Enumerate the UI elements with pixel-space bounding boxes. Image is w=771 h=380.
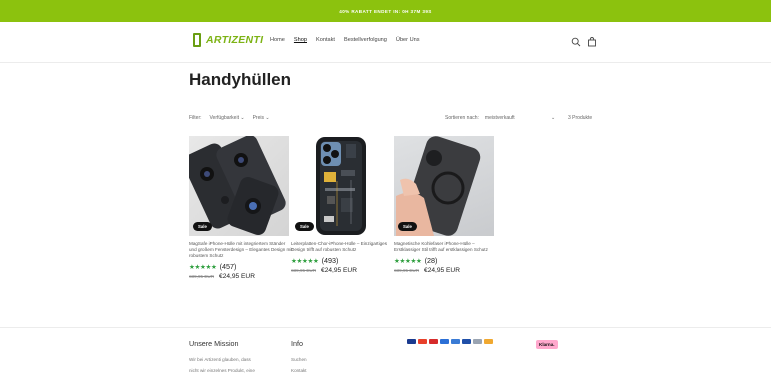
product-title[interactable]: Leiterplatten-Chor-iPhone-Hülle – Einzig… bbox=[291, 241, 395, 253]
mastercard-icon bbox=[418, 339, 427, 344]
footer-link-kontakt[interactable]: Kontakt bbox=[291, 365, 307, 376]
product-card[interactable]: Sale MagSafe iPhone-Hülle mit integriert… bbox=[189, 136, 293, 280]
nav-item-bestellverfolgung[interactable]: Bestellverfolgung bbox=[344, 37, 387, 43]
product-price: €39,95 EUR €24,95 EUR bbox=[189, 273, 289, 280]
star-rating-icon: ★★★★★ bbox=[189, 263, 217, 271]
sale-price: €24,95 EUR bbox=[321, 267, 357, 274]
sale-badge: Sale bbox=[295, 222, 314, 231]
chevron-down-icon: ⌄ bbox=[240, 115, 245, 121]
nav-item-ueber-uns[interactable]: Über Uns bbox=[396, 37, 420, 43]
sale-price: €24,95 EUR bbox=[424, 267, 460, 274]
chevron-down-icon[interactable]: ⌄ bbox=[551, 115, 555, 121]
product-rating: ★★★★★ (493) bbox=[291, 256, 391, 265]
amex-icon bbox=[440, 339, 449, 344]
site-header: ARTIZENTI Home Shop Kontakt Bestellverfo… bbox=[0, 22, 771, 62]
old-price: €39,95 EUR bbox=[394, 268, 420, 273]
rating-count: (457) bbox=[219, 262, 237, 271]
rating-count: (28) bbox=[424, 256, 438, 265]
footer-info-title: Info bbox=[291, 339, 303, 348]
old-price: €39,95 EUR bbox=[189, 274, 215, 279]
product-rating: ★★★★★ (28) bbox=[394, 256, 494, 265]
footer-mission-line: nicht wir einzelnes Produkt, eine bbox=[189, 368, 255, 373]
star-rating-icon: ★★★★★ bbox=[394, 257, 422, 265]
search-icon[interactable] bbox=[571, 37, 581, 47]
sort-label: Sortieren nach: bbox=[445, 115, 479, 121]
sale-price: €24,95 EUR bbox=[219, 273, 255, 280]
sort-select[interactable]: meistverkauft bbox=[485, 115, 515, 121]
product-title[interactable]: Magnetische Kohlefaser iPhone-Hülle – Er… bbox=[394, 241, 498, 253]
star-rating-icon: ★★★★★ bbox=[291, 257, 319, 265]
paypal-icon bbox=[484, 339, 493, 344]
product-image[interactable]: Sale bbox=[394, 136, 494, 236]
brand-logo[interactable]: ARTIZENTI bbox=[193, 33, 263, 47]
filter-availability[interactable]: Verfügbarkeit ⌄ bbox=[210, 115, 245, 121]
card-icon bbox=[462, 339, 471, 344]
nav-item-kontakt[interactable]: Kontakt bbox=[316, 37, 335, 43]
header-divider bbox=[0, 62, 771, 63]
product-card[interactable]: Sale Magnetische Kohlefaser iPhone-Hülle… bbox=[394, 136, 494, 274]
footer-link-suchen[interactable]: Suchen bbox=[291, 354, 307, 365]
chevron-down-icon: ⌄ bbox=[265, 115, 270, 121]
filter-label: Filter: bbox=[189, 115, 202, 121]
filter-price[interactable]: Preis ⌄ bbox=[253, 115, 270, 121]
bank-icon bbox=[451, 339, 460, 344]
product-rating: ★★★★★ (457) bbox=[189, 262, 289, 271]
main-nav: Home Shop Kontakt Bestellverfolgung Über… bbox=[270, 37, 420, 43]
payment-icons bbox=[407, 339, 493, 344]
footer-mission-line: Wir bei Artizenti glauben, dass bbox=[189, 357, 251, 362]
product-title[interactable]: MagSafe iPhone-Hülle mit integriertem St… bbox=[189, 241, 293, 259]
filter-bar: Filter: Verfügbarkeit ⌄ Preis ⌄ bbox=[189, 115, 270, 121]
filter-availability-label: Verfügbarkeit bbox=[209, 115, 239, 121]
rating-count: (493) bbox=[321, 256, 339, 265]
filter-price-label: Preis bbox=[252, 115, 264, 121]
site-footer bbox=[0, 327, 771, 380]
footer-mission-title: Unsere Mission bbox=[189, 339, 239, 348]
announcement-bar: 40% RABATT ENDET IN: 0H 37M 39S bbox=[0, 0, 771, 22]
sale-badge: Sale bbox=[193, 222, 212, 231]
visa-icon bbox=[407, 339, 416, 344]
nav-item-home[interactable]: Home bbox=[270, 37, 285, 43]
footer-info-links: Suchen Kontakt bbox=[291, 354, 307, 376]
phone-case-image bbox=[316, 137, 366, 235]
bag-icon[interactable] bbox=[587, 37, 597, 47]
brand-name: ARTIZENTI bbox=[206, 34, 264, 46]
sort-control: Sortieren nach: meistverkauft bbox=[445, 115, 515, 121]
product-count: 3 Produkte bbox=[568, 115, 593, 121]
page-title: Handyhüllen bbox=[189, 70, 292, 89]
phone-case-image bbox=[189, 136, 286, 236]
announcement-text: 40% RABATT ENDET IN: 0H 37M 39S bbox=[339, 8, 432, 14]
product-card[interactable]: Sale Leiterplatten-Chor-iPhone-Hülle – E… bbox=[291, 136, 391, 274]
klarna-badge: Klarna. bbox=[536, 340, 558, 349]
maestro-icon bbox=[429, 339, 438, 344]
nav-item-shop[interactable]: Shop bbox=[294, 37, 307, 43]
phone-case-image bbox=[396, 136, 481, 236]
old-price: €39,95 EUR bbox=[291, 268, 317, 273]
product-image[interactable]: Sale bbox=[189, 136, 289, 236]
logo-mark-icon bbox=[193, 33, 201, 47]
product-image[interactable]: Sale bbox=[291, 136, 391, 236]
footer-mission-text: Wir bei Artizenti glauben, dass nicht wi… bbox=[189, 354, 255, 376]
product-price: €39,95 EUR €24,95 EUR bbox=[291, 267, 391, 274]
product-price: €39,95 EUR €24,95 EUR bbox=[394, 267, 494, 274]
sale-badge: Sale bbox=[398, 222, 417, 231]
applepay-icon bbox=[473, 339, 482, 344]
